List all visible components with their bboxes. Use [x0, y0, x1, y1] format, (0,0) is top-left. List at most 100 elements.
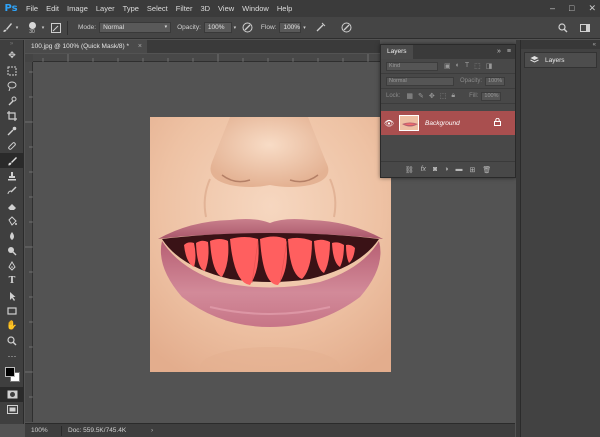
chevron-down-icon: ▾: [164, 24, 168, 30]
vertical-ruler[interactable]: [25, 62, 33, 422]
lock-transparent-icon[interactable]: ▦: [406, 92, 413, 100]
status-menu-button[interactable]: ›: [151, 427, 153, 434]
fill-field[interactable]: 100%: [481, 91, 502, 101]
menu-view[interactable]: View: [214, 0, 238, 17]
lasso-tool-icon[interactable]: [0, 78, 24, 93]
minimize-button[interactable]: –: [550, 0, 555, 17]
dodge-tool-icon[interactable]: [0, 243, 24, 258]
lock-position-icon[interactable]: ✥: [429, 92, 435, 100]
color-swatches[interactable]: [0, 363, 24, 387]
options-bar: ▾ 30 ▾ Mode: Normal ▾ Opacity: 100% ▾ Fl…: [0, 17, 600, 39]
layers-panel-header[interactable]: Layers » ≡: [381, 45, 515, 59]
collapse-icon[interactable]: «: [593, 42, 596, 48]
lock-all-icon[interactable]: 🔒︎: [451, 92, 455, 100]
quick-selection-tool-icon[interactable]: [0, 93, 24, 108]
maximize-button[interactable]: □: [569, 0, 574, 17]
kind-filter-select[interactable]: Kind: [386, 61, 438, 71]
path-selection-tool-icon[interactable]: [0, 288, 24, 303]
workspace-icon[interactable]: [578, 21, 592, 35]
menu-help[interactable]: Help: [273, 0, 296, 17]
pressure-size-icon[interactable]: [339, 21, 353, 35]
paint-bucket-tool-icon[interactable]: [0, 213, 24, 228]
eyedropper-tool-icon[interactable]: [0, 123, 24, 138]
hand-tool-icon[interactable]: ✋: [0, 318, 24, 333]
quick-mask-mode-icon[interactable]: [0, 387, 24, 402]
link-layers-icon[interactable]: ⛓︎: [405, 166, 414, 174]
pixel-filter-icon[interactable]: ▣: [444, 62, 451, 70]
smart-object-filter-icon[interactable]: ◨: [486, 62, 493, 70]
pressure-opacity-icon[interactable]: [241, 21, 255, 35]
close-button[interactable]: ✕: [588, 0, 596, 17]
brush-size-value: 30: [29, 28, 35, 35]
layer-row-background[interactable]: 👁︎ Background: [381, 111, 515, 135]
clone-stamp-tool-icon[interactable]: [0, 168, 24, 183]
chevron-down-icon[interactable]: ▾: [40, 21, 46, 35]
lock-pixels-icon[interactable]: ✎: [418, 92, 424, 100]
fx-icon[interactable]: fx: [421, 166, 426, 173]
new-layer-icon[interactable]: ⊞: [470, 166, 476, 174]
new-group-icon[interactable]: ▬: [456, 166, 463, 173]
airbrush-icon[interactable]: [313, 21, 327, 35]
search-icon[interactable]: [556, 21, 570, 35]
brush-preset-picker[interactable]: 30: [24, 21, 40, 35]
zoom-level[interactable]: 100%: [25, 427, 61, 434]
more-tools-icon[interactable]: ···: [0, 348, 24, 363]
separator: [61, 425, 62, 436]
healing-brush-tool-icon[interactable]: [0, 138, 24, 153]
collapse-icon[interactable]: »: [497, 45, 501, 59]
marquee-tool-icon[interactable]: [0, 63, 24, 78]
brush-panel-toggle-icon[interactable]: [49, 21, 63, 35]
chevron-down-icon[interactable]: ▾: [301, 21, 307, 35]
menu-file[interactable]: File: [22, 0, 42, 17]
fill-value: 100%: [484, 92, 499, 99]
foreground-color-swatch[interactable]: [5, 367, 15, 377]
photoshop-window: Ps File Edit Image Layer Type Select Fil…: [0, 0, 600, 437]
chevron-down-icon[interactable]: ▾: [232, 21, 238, 35]
rectangle-tool-icon[interactable]: [0, 303, 24, 318]
layer-name[interactable]: Background: [425, 120, 460, 127]
mode-select[interactable]: Normal ▾: [99, 22, 172, 33]
window-controls: – □ ✕: [550, 0, 596, 17]
menu-type[interactable]: Type: [119, 0, 143, 17]
opacity-field[interactable]: 100%: [203, 22, 232, 33]
shape-filter-icon[interactable]: ⬚: [474, 62, 481, 70]
flow-field[interactable]: 100%: [279, 22, 302, 33]
crop-tool-icon[interactable]: [0, 108, 24, 123]
add-mask-icon[interactable]: ◙: [433, 166, 437, 173]
menu-select[interactable]: Select: [143, 0, 172, 17]
document-tab[interactable]: 100.jpg @ 100% (Quick Mask/8) * ×: [25, 40, 148, 53]
brush-tool-icon[interactable]: [0, 21, 14, 35]
menu-window[interactable]: Window: [238, 0, 273, 17]
brush-tool-icon[interactable]: [0, 153, 24, 168]
eraser-tool-icon[interactable]: [0, 198, 24, 213]
panel-collapse-icon[interactable]: »: [0, 40, 23, 48]
delete-layer-icon[interactable]: 🗑︎: [482, 166, 491, 174]
blend-mode-row: Normal Opacity: 100%: [381, 74, 515, 89]
layer-opacity-field[interactable]: 100%: [485, 76, 506, 86]
type-filter-icon[interactable]: T: [465, 62, 469, 70]
menu-layer[interactable]: Layer: [92, 0, 119, 17]
menu-filter[interactable]: Filter: [172, 0, 197, 17]
ruler-origin[interactable]: [25, 54, 33, 62]
document-image[interactable]: [150, 117, 391, 372]
chevron-down-icon[interactable]: ▾: [14, 21, 20, 35]
tab-layers[interactable]: Layers: [381, 45, 413, 59]
blend-mode-select[interactable]: Normal: [386, 76, 454, 86]
visibility-eye-icon[interactable]: 👁︎: [381, 119, 397, 128]
menu-image[interactable]: Image: [63, 0, 92, 17]
move-tool-icon[interactable]: ✥: [0, 48, 24, 63]
history-brush-tool-icon[interactable]: [0, 183, 24, 198]
adjustment-filter-icon[interactable]: ◐: [456, 62, 460, 70]
close-icon[interactable]: ×: [138, 40, 142, 53]
lock-artboard-icon[interactable]: ⬚: [440, 92, 447, 100]
menu-edit[interactable]: Edit: [42, 0, 63, 17]
pen-tool-icon[interactable]: [0, 258, 24, 273]
adjustment-layer-icon[interactable]: ◑: [444, 166, 448, 173]
screen-mode-icon[interactable]: [0, 402, 24, 417]
panel-menu-icon[interactable]: ≡: [507, 45, 511, 59]
type-tool-icon[interactable]: T: [0, 273, 24, 288]
blur-tool-icon[interactable]: [0, 228, 24, 243]
menu-3d[interactable]: 3D: [196, 0, 214, 17]
zoom-tool-icon[interactable]: [0, 333, 24, 348]
dock-layers-button[interactable]: Layers: [524, 52, 597, 68]
